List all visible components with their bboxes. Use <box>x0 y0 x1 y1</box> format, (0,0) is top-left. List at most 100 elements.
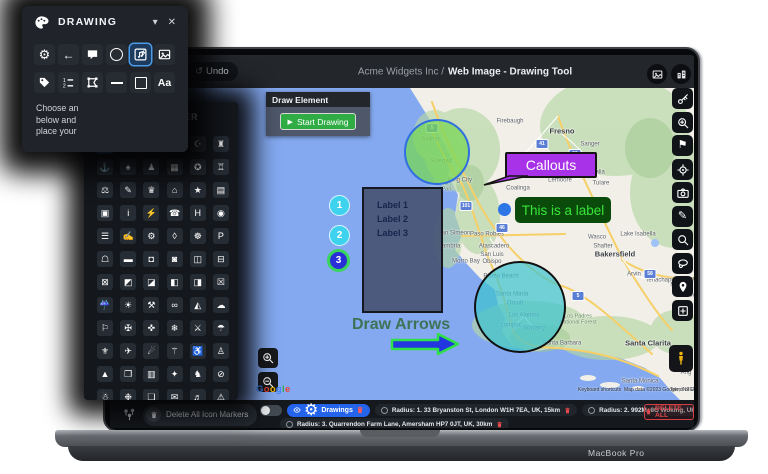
marker-icon-mail[interactable]: ✉ <box>166 389 183 400</box>
drawings-chip[interactable]: ⚙ Drawings <box>287 401 370 419</box>
pegman-streetview-button[interactable] <box>669 345 693 372</box>
marker-icon-snow[interactable]: ❄ <box>166 320 183 336</box>
marker-icon-cab[interactable]: ◪ <box>143 274 160 290</box>
marker-icon-rail[interactable]: ◨ <box>189 274 206 290</box>
numbered-marker-2[interactable]: 2 <box>329 225 350 246</box>
point-marker-dot[interactable] <box>498 203 511 216</box>
marker-icon-bicycle[interactable]: ∞ <box>166 297 183 313</box>
marker-icon-flag[interactable]: ⚐ <box>97 320 113 336</box>
add-shape-button[interactable] <box>672 300 693 321</box>
marker-icon-charging[interactable]: ⚡ <box>143 205 160 221</box>
marker-icon-shuttle[interactable]: ◧ <box>166 274 183 290</box>
trash-icon[interactable] <box>356 401 364 419</box>
marker-icon-clinic[interactable]: ⚚ <box>166 343 183 359</box>
marker-icon-tools[interactable]: ⚒ <box>143 297 160 313</box>
drawn-circle-teal[interactable] <box>474 261 566 353</box>
delete-all-icon-markers-button[interactable]: Delete All Icon Markers <box>143 403 258 426</box>
image-tool-button[interactable] <box>154 44 175 65</box>
my-location-button[interactable] <box>672 159 693 180</box>
marker-icon-anchor[interactable]: ⚓ <box>97 159 113 175</box>
marker-icon-warning[interactable]: ⚠ <box>212 389 229 400</box>
marker-icon-ferris-wheel[interactable]: ☸ <box>189 228 206 244</box>
marker-icon-tram[interactable]: ◫ <box>189 251 206 267</box>
marker-icon-peak[interactable]: ▲ <box>97 366 113 382</box>
marker-icon-first-aid[interactable]: ✜ <box>143 320 160 336</box>
media-tool-button[interactable] <box>130 44 151 65</box>
marker-icon-station[interactable]: ☒ <box>212 274 229 290</box>
marker-icon-courthouse[interactable]: ⚖ <box>97 182 113 198</box>
settings-tool-button[interactable]: ⚙ <box>34 44 55 65</box>
marker-icon-garage[interactable]: ▣ <box>97 205 113 221</box>
marker-icon-office[interactable]: ▤ <box>212 182 229 198</box>
marker-icon-forest[interactable]: ♠ <box>120 159 137 175</box>
key-tool-button[interactable] <box>672 88 693 109</box>
marker-icon-battle[interactable]: ⚔ <box>189 320 206 336</box>
marker-icon-taxi[interactable]: ◩ <box>120 274 137 290</box>
drawn-arrow[interactable] <box>390 332 462 358</box>
marker-icon-lodging[interactable]: ☖ <box>97 251 113 267</box>
marker-icon-records[interactable]: ❏ <box>143 389 160 400</box>
marker-icon-fort[interactable]: ♖ <box>212 159 229 175</box>
marker-icon-memorial[interactable]: ✠ <box>120 320 137 336</box>
circle-tool-button[interactable] <box>106 44 127 65</box>
close-icon[interactable]: ✕ <box>168 17 176 28</box>
marker-icon-mosque[interactable]: ☪ <box>189 136 206 152</box>
rectangle-tool-button[interactable] <box>130 72 151 93</box>
marker-icon-cloud[interactable]: ☁ <box>212 297 229 313</box>
marker-icon-castle[interactable]: ♜ <box>212 136 229 152</box>
back-arrow-tool-button[interactable]: ← <box>58 44 79 65</box>
numbered-marker-1[interactable]: 1 <box>329 195 350 216</box>
text-tool-button[interactable]: Aa <box>154 72 175 93</box>
image-layers-button[interactable] <box>647 64 667 84</box>
marker-icon-umbrella[interactable]: ☔ <box>97 297 113 313</box>
marker-icon-sun[interactable]: ☀ <box>120 297 137 313</box>
marker-icon-port[interactable]: ▬ <box>120 251 137 267</box>
marker-icon-music[interactable]: ♬ <box>189 389 206 400</box>
camera-capture-button[interactable] <box>672 182 693 203</box>
pencil-draw-button[interactable]: ✎ <box>672 206 693 227</box>
numbered-marker-3[interactable]: 3 <box>327 249 350 272</box>
trash-icon[interactable] <box>496 415 503 428</box>
collapse-chevron-icon[interactable]: ▾ <box>153 17 158 28</box>
keyboard-shortcuts-link[interactable]: Keyboard shortcuts <box>578 387 621 393</box>
marker-icon-landmark[interactable]: ★ <box>189 182 206 198</box>
delete-all-button[interactable]: DELETE ALL <box>644 404 694 420</box>
marker-icon-airport[interactable]: ✈ <box>120 343 137 359</box>
marker-icon-frame[interactable]: ❒ <box>120 366 137 382</box>
label-annotation[interactable]: This is a label <box>515 197 611 223</box>
zoom-in-button[interactable] <box>258 348 278 368</box>
marker-icon-snowman[interactable]: ☃ <box>97 389 113 400</box>
route-flag-button[interactable]: ⚑ <box>672 135 693 156</box>
marker-icon-wheelchair[interactable]: ♿ <box>189 343 206 359</box>
marker-icon-phone[interactable]: ☎ <box>166 205 183 221</box>
marker-icon-rooms[interactable]: ▥ <box>143 366 160 382</box>
marker-icon-metro[interactable]: ⊟ <box>212 251 229 267</box>
marker-icon-home[interactable]: ⌂ <box>166 182 183 198</box>
marker-icon-gem[interactable]: ◊ <box>166 228 183 244</box>
marker-icon-factory[interactable]: ⚙ <box>143 228 160 244</box>
drawn-circle-green[interactable] <box>404 119 470 185</box>
marker-icon-bus[interactable]: ◘ <box>143 251 160 267</box>
marker-icon-comet[interactable]: ☄ <box>143 343 160 359</box>
marker-icon-hospital[interactable]: H <box>189 205 206 221</box>
line-tool-button[interactable] <box>106 72 127 93</box>
marker-icon-fleur[interactable]: ⚜ <box>97 343 113 359</box>
marker-icon-floral[interactable]: ❉ <box>120 389 137 400</box>
undo-button[interactable]: ↺ Undo <box>186 62 238 81</box>
marker-icon-no-entry[interactable]: ⊘ <box>212 366 229 382</box>
comment-tool-button[interactable] <box>82 44 103 65</box>
trash-icon[interactable] <box>564 401 571 419</box>
drawn-rectangle[interactable]: Label 1 Label 2 Label 3 <box>362 187 443 313</box>
search-button[interactable] <box>672 229 693 250</box>
marker-icon-knight[interactable]: ♞ <box>189 366 206 382</box>
marker-icon-services[interactable]: ☰ <box>97 228 113 244</box>
marker-icon-palace[interactable]: ♛ <box>143 182 160 198</box>
buildings-button[interactable] <box>671 64 691 84</box>
numbered-list-tool-button[interactable]: 12 <box>58 72 79 93</box>
marker-icon-monument[interactable]: ✪ <box>189 159 206 175</box>
marker-icon-binoculars[interactable]: ◭ <box>189 297 206 313</box>
polygon-tool-button[interactable] <box>82 72 103 93</box>
marker-icon-parking[interactable]: P <box>212 228 229 244</box>
marker-icon-truck[interactable]: ⊠ <box>97 274 113 290</box>
marker-icon-sparkle[interactable]: ✦ <box>166 366 183 382</box>
